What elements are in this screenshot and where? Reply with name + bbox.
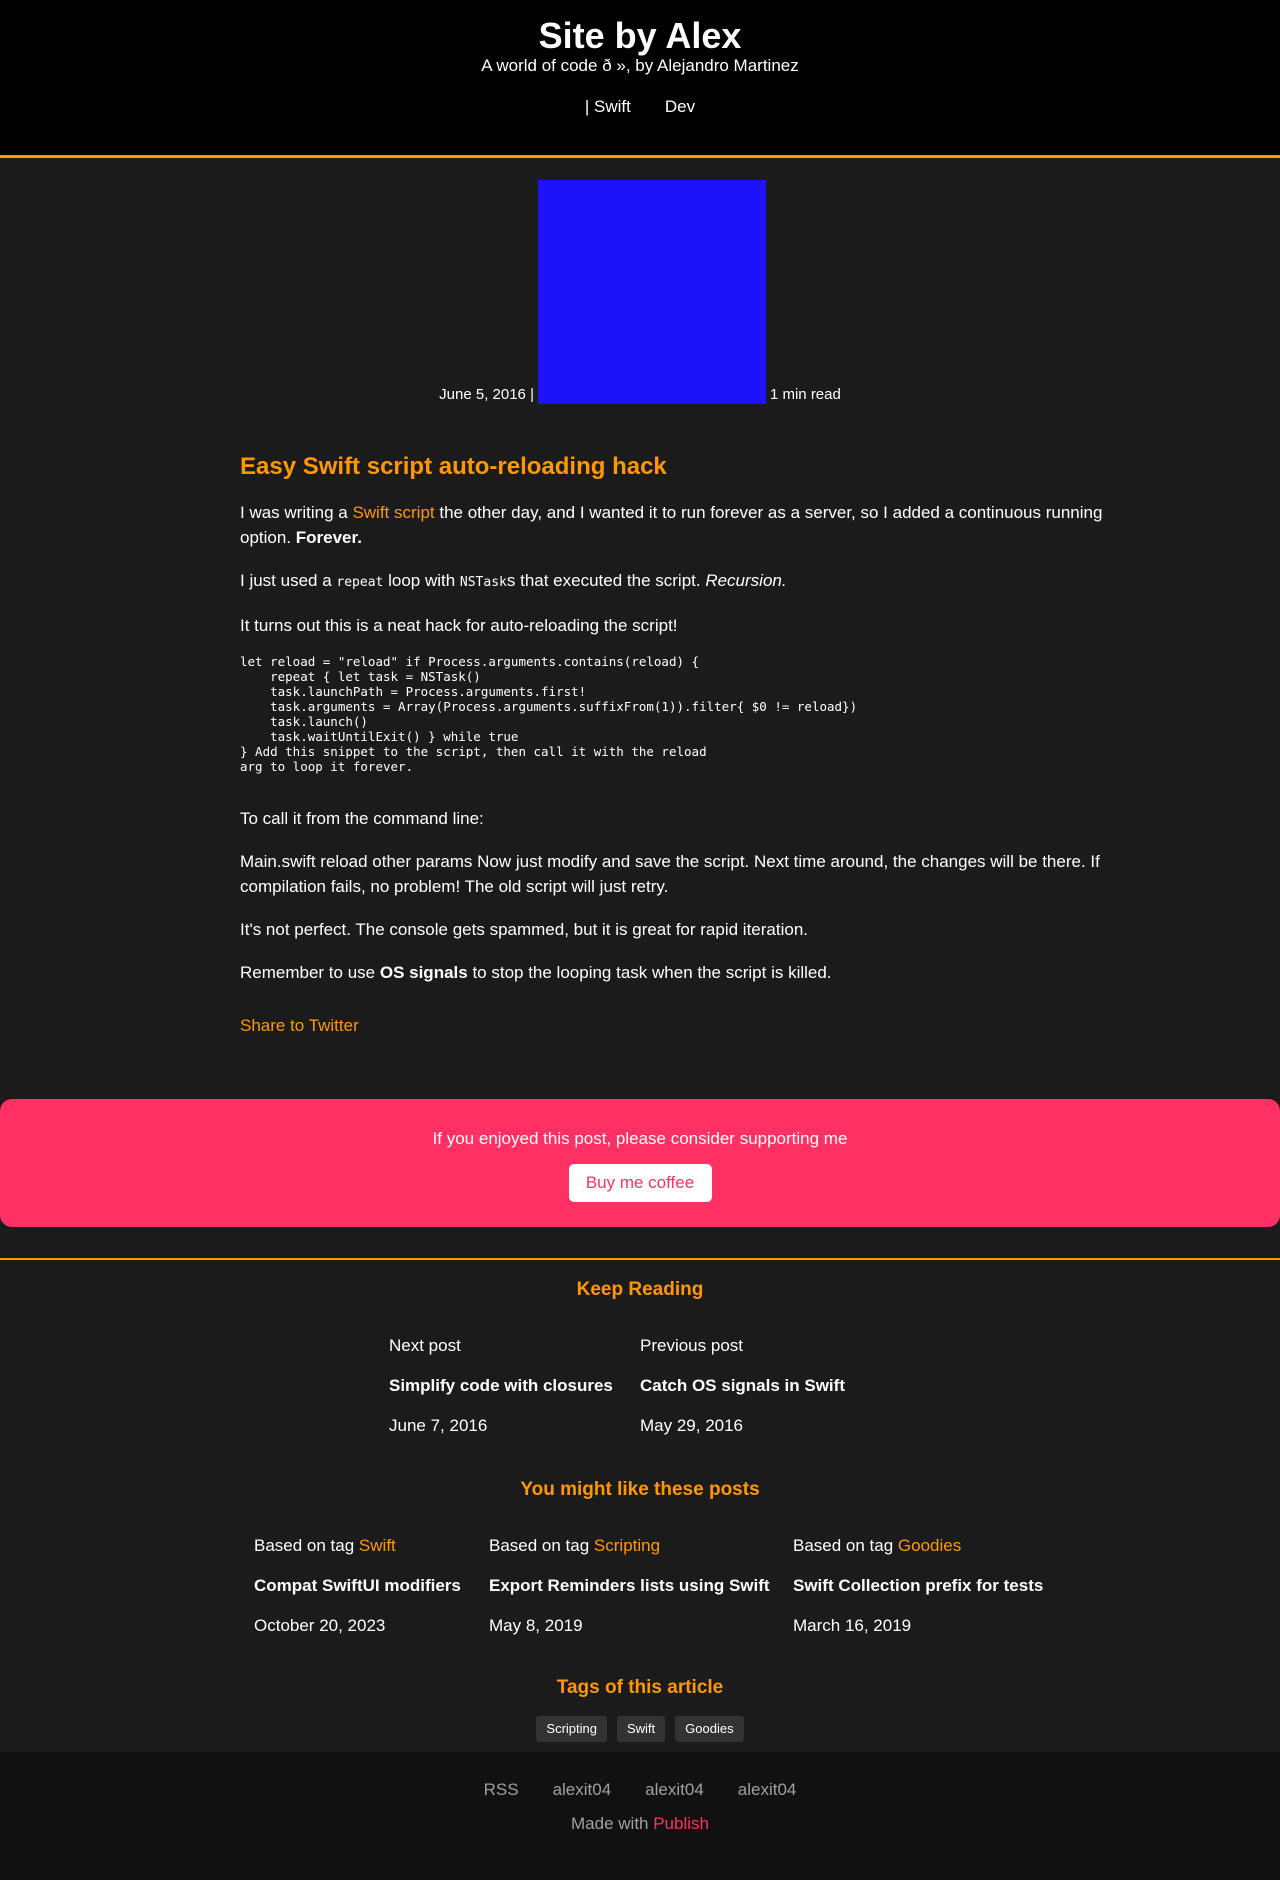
made-with: Made with Publish [571, 1813, 709, 1833]
related-post[interactable]: Based on tag Swift Compat SwiftUI modifi… [254, 1536, 489, 1656]
social-link[interactable]: alexit04 [738, 1780, 797, 1800]
inline-code: repeat [336, 575, 384, 590]
support-text: If you enjoyed this post, please conside… [432, 1128, 848, 1148]
support-box: If you enjoyed this post, please conside… [0, 1098, 1280, 1227]
related-heading: You might like these posts [520, 1478, 760, 1500]
nav-link-dev[interactable]: Dev [665, 94, 695, 120]
article-paragraph: Remember to use OS signals to stop the l… [240, 963, 832, 982]
site-title[interactable]: Site by Alex [0, 16, 1280, 56]
inline-code: NSTask [459, 575, 507, 590]
article-paragraph: Main.swift reload other params Now just … [240, 852, 1100, 896]
tag-swift[interactable]: Swift [616, 1715, 666, 1742]
related-post[interactable]: Based on tag Goodies Swift Collection pr… [793, 1536, 1093, 1656]
post-navigation: Next post Simplify code with closures Ju… [0, 1336, 1280, 1456]
tag-link[interactable]: Swift [359, 1536, 396, 1555]
swift-script-link[interactable]: Swift script [352, 503, 434, 522]
rss-link[interactable]: RSS [484, 1780, 519, 1800]
nav-link-swift[interactable]: | Swift [585, 94, 631, 120]
article-paragraph: I just used a repeat loop with NSTasks t… [240, 571, 787, 590]
tags-heading: Tags of this article [556, 1676, 724, 1698]
site-footer: RSS alexit04 alexit04 alexit04 Made with… [0, 1751, 1280, 1880]
previous-post[interactable]: Previous post Catch OS signals in Swift … [640, 1336, 891, 1456]
article-paragraph: It's not perfect. The console gets spamm… [240, 920, 808, 939]
next-post-title[interactable]: Simplify code with closures [389, 1376, 640, 1396]
tag-link[interactable]: Scripting [594, 1536, 660, 1555]
article-title: Easy Swift script auto-reloading hack [240, 453, 667, 480]
post-cover-image [537, 180, 766, 404]
tag-goodies[interactable]: Goodies [675, 1715, 744, 1742]
next-post[interactable]: Next post Simplify code with closures Ju… [389, 1336, 640, 1456]
read-time: 1 min read [769, 386, 841, 403]
related-posts: Based on tag Swift Compat SwiftUI modifi… [254, 1536, 1280, 1656]
related-post-title[interactable]: Export Reminders lists using Swift [489, 1576, 793, 1596]
post-meta: June 5, 2016 | 1 min read [0, 176, 1280, 404]
share-twitter-link[interactable]: Share to Twitter [240, 1013, 359, 1039]
keep-reading-section: Keep Reading Next post Simplify code wit… [0, 1257, 1280, 1752]
buy-coffee-button[interactable]: Buy me coffee [568, 1163, 712, 1202]
article-paragraph: To call it from the command line: [240, 809, 484, 828]
article-paragraph: It turns out this is a neat hack for aut… [240, 616, 678, 635]
publish-link[interactable]: Publish [653, 1814, 709, 1833]
article-paragraph: I was writing a Swift script the other d… [240, 503, 1103, 547]
footer-links: RSS alexit04 alexit04 alexit04 [0, 1780, 1280, 1800]
related-post-title[interactable]: Compat SwiftUI modifiers [254, 1576, 489, 1596]
tag-link[interactable]: Goodies [898, 1536, 961, 1555]
site-header: Site by Alex A world of code ð », by Ale… [0, 0, 1280, 158]
site-subtitle: A world of code ð », by Alejandro Martin… [481, 56, 799, 75]
social-link[interactable]: alexit04 [645, 1780, 704, 1800]
related-post-title[interactable]: Swift Collection prefix for tests [793, 1576, 1093, 1596]
tag-list: Scripting Swift Goodies [0, 1715, 1280, 1752]
site-nav: | Swift Dev [0, 94, 1280, 120]
social-link[interactable]: alexit04 [553, 1780, 612, 1800]
post-date: June 5, 2016 | [439, 386, 534, 403]
code-block: let reload = "reload" if Process.argumen… [240, 654, 858, 774]
related-post[interactable]: Based on tag Scripting Export Reminders … [489, 1536, 793, 1656]
article: Easy Swift script auto-reloading hack I … [240, 452, 1116, 1039]
tag-scripting[interactable]: Scripting [536, 1715, 607, 1742]
keep-reading-heading: Keep Reading [576, 1278, 704, 1300]
previous-post-title[interactable]: Catch OS signals in Swift [640, 1376, 891, 1396]
